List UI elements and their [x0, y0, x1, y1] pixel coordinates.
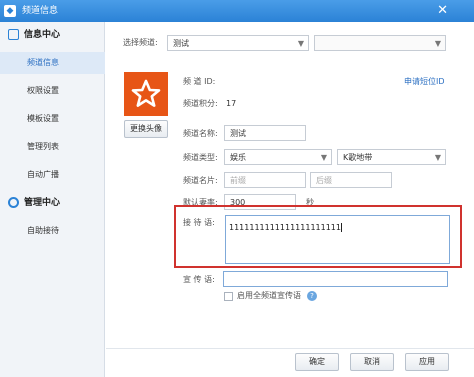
chevron-down-icon: ▼	[320, 153, 327, 162]
card-suffix-input[interactable]: 后缀	[310, 172, 392, 188]
promo-all-checkbox[interactable]	[224, 292, 233, 301]
help-icon[interactable]: ?	[307, 291, 317, 301]
channel-select-label: 选择频道:	[123, 38, 158, 47]
reception-textarea[interactable]: 1111111111111111111111	[225, 215, 450, 264]
channel-name-label: 频道名称:	[183, 129, 218, 138]
window-titlebar: ◆ 频道信息 ✕	[0, 0, 474, 22]
channel-type-select[interactable]: 娱乐 ▼	[224, 149, 332, 165]
channel-select[interactable]: 测试 ▼	[167, 35, 309, 51]
sidebar: 信息中心 频道信息 权限设置 模板设置 管理列表 自动广播 管理中心 自助接待	[0, 22, 105, 377]
chevron-down-icon: ▼	[434, 39, 441, 48]
sidebar-item-templates[interactable]: 模板设置	[0, 108, 105, 130]
cancel-button[interactable]: 取消	[350, 353, 394, 371]
points-value: 17	[226, 99, 237, 108]
apply-short-id-link[interactable]: 申请短位ID	[404, 76, 445, 88]
chevron-down-icon: ▼	[434, 153, 441, 162]
channel-type-label: 频道类型:	[183, 153, 218, 162]
star-icon	[131, 79, 161, 107]
change-avatar-button[interactable]: 更换头像	[124, 120, 168, 138]
card-prefix-input[interactable]: 前缀	[224, 172, 306, 188]
channel-subtype-value: K歌地带	[343, 153, 373, 162]
promo-all-label: 启用全频道宣传语	[237, 291, 301, 300]
ok-button[interactable]: 确定	[295, 353, 339, 371]
channel-id-label: 频 道 ID:	[183, 77, 216, 86]
channel-name-value: 测试	[230, 129, 246, 138]
promo-input[interactable]	[223, 271, 448, 287]
chevron-down-icon: ▼	[297, 39, 304, 48]
sidebar-section-info[interactable]: 信息中心	[0, 24, 105, 46]
sidebar-item-admin-list[interactable]: 管理列表	[0, 136, 105, 158]
sidebar-section-admin[interactable]: 管理中心	[0, 192, 105, 214]
promo-label: 宣 传 语:	[183, 275, 215, 284]
channel-card-label: 频道名片:	[183, 176, 218, 185]
close-icon[interactable]: ✕	[437, 3, 448, 19]
channel-type-value: 娱乐	[230, 153, 246, 162]
channel-subtype-select[interactable]: K歌地带 ▼	[337, 149, 446, 165]
reception-value: 1111111111111111111111	[229, 223, 342, 232]
points-label: 频道积分:	[183, 99, 218, 108]
sidebar-item-auto-broadcast[interactable]: 自动广播	[0, 164, 105, 186]
channel-select-value: 测试	[173, 39, 189, 48]
sidebar-item-channel-info[interactable]: 频道信息	[0, 52, 105, 74]
sidebar-item-permissions[interactable]: 权限设置	[0, 80, 105, 102]
document-icon	[8, 29, 19, 40]
sidebar-section-label: 管理中心	[24, 198, 61, 208]
gear-icon	[8, 197, 19, 208]
sidebar-item-self-reception[interactable]: 自助接待	[0, 220, 105, 242]
window-title: 频道信息	[22, 6, 59, 16]
app-icon: ◆	[4, 5, 16, 17]
reception-label: 接 待 语:	[183, 218, 215, 227]
channel-name-input[interactable]: 测试	[224, 125, 306, 141]
apply-button[interactable]: 应用	[405, 353, 449, 371]
sub-channel-select[interactable]: ▼	[314, 35, 446, 51]
sidebar-section-label: 信息中心	[24, 30, 61, 40]
footer-divider	[106, 348, 474, 349]
card-prefix-placeholder: 前缀	[230, 176, 246, 185]
card-suffix-placeholder: 后缀	[316, 176, 332, 185]
channel-avatar	[124, 72, 168, 116]
